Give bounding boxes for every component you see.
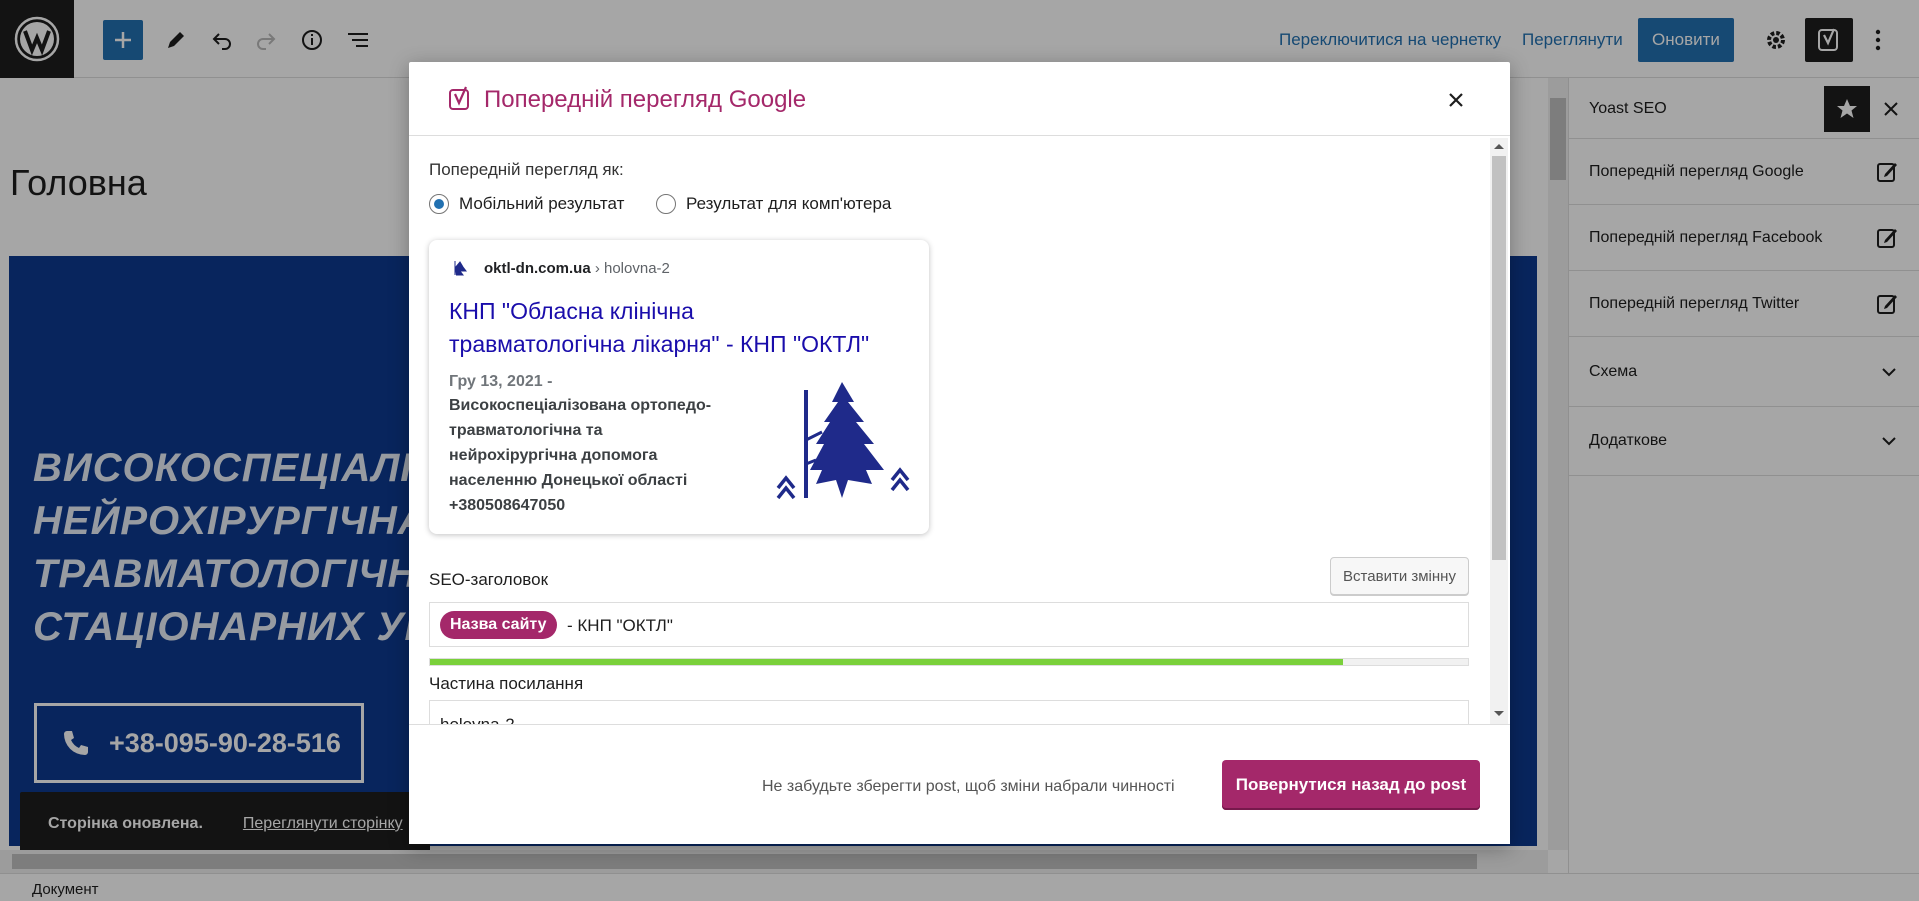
- serp-title-line[interactable]: травматологічна лікарня" - КНП "ОКТЛ": [449, 331, 869, 358]
- hospital-logo-image: [776, 380, 911, 505]
- seo-title-progress-fill: [430, 659, 1343, 665]
- modal-scrollbar-thumb[interactable]: [1492, 156, 1506, 560]
- radio-label: Мобільний результат: [459, 194, 625, 213]
- serp-description-line: Високоспеціалізована ортопедо-: [449, 397, 712, 414]
- return-to-post-button[interactable]: Повернутися назад до post: [1222, 760, 1480, 810]
- serp-title-line[interactable]: КНП "Обласна клінічна: [449, 298, 694, 325]
- seo-title-text: - КНП "ОКТЛ": [567, 616, 673, 635]
- scroll-up-arrow-icon[interactable]: [1493, 142, 1505, 150]
- insert-variable-button[interactable]: Вставити змінну: [1330, 557, 1469, 595]
- serp-description-line: травматологічна та: [449, 422, 603, 439]
- serp-description-line: нейрохірургічна допомога: [449, 447, 658, 464]
- seo-title-label: SEO-заголовок: [429, 570, 549, 589]
- close-modal-icon[interactable]: [1440, 84, 1472, 116]
- modal-title: Попередній перегляд Google: [484, 86, 807, 113]
- serp-date: Гру 13, 2021 -: [449, 373, 553, 390]
- preview-as-label: Попередній перегляд як:: [429, 160, 624, 179]
- radio-button[interactable]: [656, 194, 676, 214]
- radio-label: Результат для комп'ютера: [686, 194, 892, 213]
- site-name-variable-pill[interactable]: Назва сайту: [440, 611, 557, 639]
- serp-path: › holovna-2: [590, 260, 670, 277]
- radio-desktop-result[interactable]: Результат для комп'ютера: [656, 194, 891, 214]
- scroll-down-arrow-icon[interactable]: [1493, 710, 1505, 718]
- serp-breadcrumb: oktl-dn.com.ua › holovna-2: [484, 260, 670, 277]
- slug-label: Частина посилання: [429, 674, 584, 693]
- serp-description-line: населенню Донецької області: [449, 472, 688, 489]
- serp-domain: oktl-dn.com.ua: [484, 260, 591, 277]
- radio-button[interactable]: [429, 194, 449, 214]
- serp-description-line: +380508647050: [449, 497, 566, 514]
- site-favicon-icon: [451, 259, 469, 277]
- yoast-icon: [448, 85, 474, 113]
- save-reminder-text: Не забудьте зберегти post, щоб зміни наб…: [762, 778, 1175, 795]
- radio-mobile-result[interactable]: Мобільний результат: [429, 194, 624, 214]
